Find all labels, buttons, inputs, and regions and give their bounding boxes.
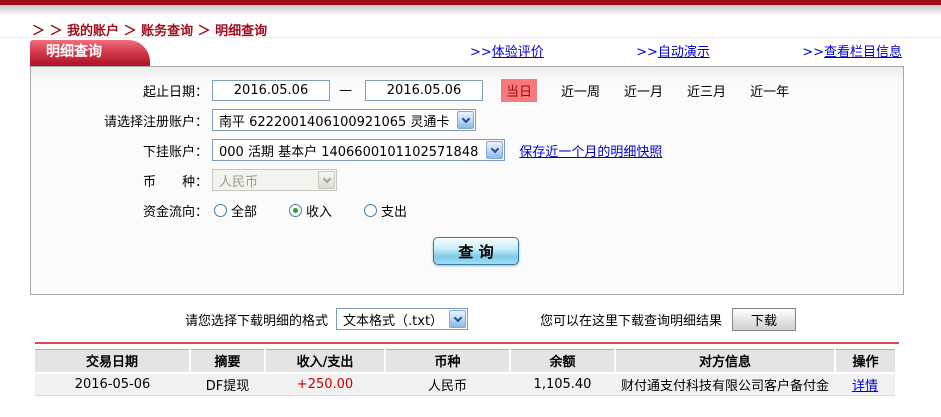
start-date-input[interactable] xyxy=(212,80,330,101)
register-account-value: 南平 6222001406100921065 灵通卡 xyxy=(219,111,449,130)
radio-option-expense[interactable]: 支出 xyxy=(364,201,407,220)
top-gradient xyxy=(0,5,941,16)
col-header-currency: 币种 xyxy=(385,350,510,373)
radio-icon[interactable] xyxy=(214,204,227,217)
download-button[interactable]: 下载 xyxy=(732,308,796,331)
date-range-label: 起止日期： xyxy=(31,81,208,100)
col-header-balance: 余额 xyxy=(510,350,615,373)
col-header-date: 交易日期 xyxy=(35,350,190,373)
link-label: 体验评价 xyxy=(492,45,544,60)
fund-flow-label: 资金流向： xyxy=(31,201,208,220)
link-auto-demo[interactable]: >>自动演示 xyxy=(636,41,710,60)
cell-date: 2016-05-06 xyxy=(35,373,190,396)
end-date-input[interactable] xyxy=(365,80,483,101)
radio-option-all[interactable]: 全部 xyxy=(214,201,257,220)
cell-amount: +250.00 xyxy=(265,373,385,396)
col-header-summary: 摘要 xyxy=(190,350,265,373)
transactions-table: 交易日期 摘要 收入/支出 币种 余额 对方信息 操作 2016-05-06 D… xyxy=(35,349,895,396)
save-snapshot-link[interactable]: 保存近一个月的明细快照 xyxy=(519,141,662,160)
main-content: 明细查询 >>体验评价 >>自动演示 >>查看栏目信息 起止日期： — 当日 近… xyxy=(0,40,941,396)
quick-range-quarter[interactable]: 近三月 xyxy=(687,81,726,100)
sub-account-row: 下挂账户： 000 活期 基本户 1406600101102571848 保存近… xyxy=(31,139,903,161)
fund-flow-row: 资金流向： 全部 收入 支出 xyxy=(31,199,903,221)
cell-summary: DF提现 xyxy=(190,373,265,396)
register-account-label: 请选择注册账户： xyxy=(31,111,208,130)
red-divider xyxy=(35,342,899,344)
currency-value: 人民币 xyxy=(219,171,258,190)
radio-icon[interactable] xyxy=(289,204,302,217)
link-label: 自动演示 xyxy=(658,45,710,60)
register-account-select[interactable]: 南平 6222001406100921065 灵通卡 xyxy=(212,109,476,131)
col-header-amount: 收入/支出 xyxy=(265,350,385,373)
date-range-row: 起止日期： — 当日 近一周 近一月 近三月 近一年 xyxy=(31,79,903,101)
currency-row: 币 种： 人民币 xyxy=(31,169,903,191)
chevron-down-icon[interactable] xyxy=(457,111,474,129)
quick-range-week[interactable]: 近一周 xyxy=(561,81,600,100)
download-row: 请您选择下载明细的格式 文本格式（.txt） 您可以在这里下载查询明细结果 下载 xyxy=(185,307,941,331)
chevron-down-icon[interactable] xyxy=(486,141,503,159)
quick-range-month[interactable]: 近一月 xyxy=(624,81,663,100)
chevron-down-icon xyxy=(318,171,335,189)
quick-range-today[interactable]: 当日 xyxy=(501,79,537,102)
query-form-panel: 起止日期： — 当日 近一周 近一月 近三月 近一年 请选择注册账户： 南平 6… xyxy=(30,66,904,295)
register-account-row: 请选择注册账户： 南平 6222001406100921065 灵通卡 xyxy=(31,109,903,131)
radio-label: 收入 xyxy=(306,201,332,220)
link-prefix: >> xyxy=(802,45,824,60)
date-separator: — xyxy=(339,83,352,98)
download-hint: 您可以在这里下载查询明细结果 xyxy=(540,310,722,329)
link-prefix: >> xyxy=(636,45,658,60)
table-header-row: 交易日期 摘要 收入/支出 币种 余额 对方信息 操作 xyxy=(35,350,895,373)
sub-account-value: 000 活期 基本户 1406600101102571848 xyxy=(219,141,478,160)
radio-option-income[interactable]: 收入 xyxy=(289,201,332,220)
chevron-down-icon[interactable] xyxy=(449,310,466,328)
radio-icon[interactable] xyxy=(364,204,377,217)
top-links: >>体验评价 >>自动演示 >>查看栏目信息 xyxy=(150,41,904,66)
radio-label: 支出 xyxy=(381,201,407,220)
download-format-select[interactable]: 文本格式（.txt） xyxy=(336,308,468,330)
col-header-action: 操作 xyxy=(835,350,895,373)
radio-label: 全部 xyxy=(231,201,257,220)
query-button[interactable]: 查 询 xyxy=(433,237,519,265)
download-format-value: 文本格式（.txt） xyxy=(343,310,443,329)
quick-range-year[interactable]: 近一年 xyxy=(750,81,789,100)
cell-action: 详情 xyxy=(835,373,895,396)
sub-account-label: 下挂账户： xyxy=(31,141,208,160)
breadcrumb[interactable]: ＞ ＞ 我的账户 ＞ 账务查询 ＞ 明细查询 xyxy=(0,16,941,38)
col-header-counterparty: 对方信息 xyxy=(615,350,835,373)
link-view-column-info[interactable]: >>查看栏目信息 xyxy=(802,41,902,60)
link-label: 查看栏目信息 xyxy=(824,45,902,60)
currency-label: 币 种： xyxy=(31,171,208,190)
cell-balance: 1,105.40 xyxy=(510,373,615,396)
tab-row: 明细查询 >>体验评价 >>自动演示 >>查看栏目信息 xyxy=(30,40,904,66)
tab-detail-query[interactable]: 明细查询 xyxy=(30,40,150,66)
cell-currency: 人民币 xyxy=(385,373,510,396)
cell-counterparty: 财付通支付科技有限公司客户备付金 xyxy=(615,373,835,396)
table-row: 2016-05-06 DF提现 +250.00 人民币 1,105.40 财付通… xyxy=(35,373,895,396)
sub-account-select[interactable]: 000 活期 基本户 1406600101102571848 xyxy=(212,139,505,161)
link-experience-review[interactable]: >>体验评价 xyxy=(470,41,544,60)
download-format-label: 请您选择下载明细的格式 xyxy=(185,310,328,329)
link-prefix: >> xyxy=(470,45,492,60)
detail-link[interactable]: 详情 xyxy=(852,379,878,394)
currency-select: 人民币 xyxy=(212,169,337,191)
